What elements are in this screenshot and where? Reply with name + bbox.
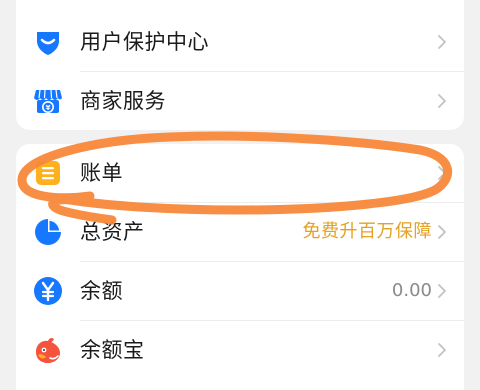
menu-item-bill[interactable]: 账单: [16, 144, 464, 202]
chevron-right-icon: [438, 284, 446, 298]
menu-item-total-assets[interactable]: 总资产 免费升百万保障: [16, 203, 464, 261]
store-icon: ¥: [34, 89, 62, 113]
menu-item-label: 用户保护中心: [80, 30, 209, 54]
chevron-right-icon: [438, 343, 446, 357]
yuebao-icon: [36, 337, 60, 363]
menu-item-label: 账单: [80, 161, 123, 185]
assets-pie-icon: [35, 219, 61, 245]
menu-item-yuebao[interactable]: 余额宝: [16, 321, 464, 379]
menu-item-label: 总资产: [80, 220, 145, 244]
menu-item-label: 商家服务: [80, 89, 166, 113]
svg-text:¥: ¥: [46, 104, 51, 112]
bill-icon: [36, 161, 60, 185]
insurance-promo-text: 免费升百万保障: [302, 221, 432, 242]
balance-amount: 0.00: [391, 280, 432, 301]
menu-item-label: 余额: [80, 279, 123, 303]
chevron-right-icon: [438, 35, 446, 49]
shield-icon: [37, 32, 59, 55]
menu-item-merchant-services[interactable]: ¥ 商家服务: [16, 72, 464, 130]
yuan-coin-icon: [34, 277, 62, 305]
assets-card: 账单 总资产 免费升百万保障 余额 0.00 余额宝: [16, 144, 464, 390]
chevron-right-icon: [438, 94, 446, 108]
menu-item-user-protection[interactable]: 用户保护中心: [16, 13, 464, 71]
services-card: 用户保护中心 ¥ 商家服务: [16, 0, 464, 130]
settings-screen: 用户保护中心 ¥ 商家服务 账单 总资产 免费升百万保障 余额 0.00 余额宝: [0, 0, 480, 390]
chevron-right-icon: [438, 225, 446, 239]
menu-item-label: 余额宝: [80, 338, 145, 362]
menu-item-balance[interactable]: 余额 0.00: [16, 262, 464, 320]
chevron-right-icon: [438, 166, 446, 180]
